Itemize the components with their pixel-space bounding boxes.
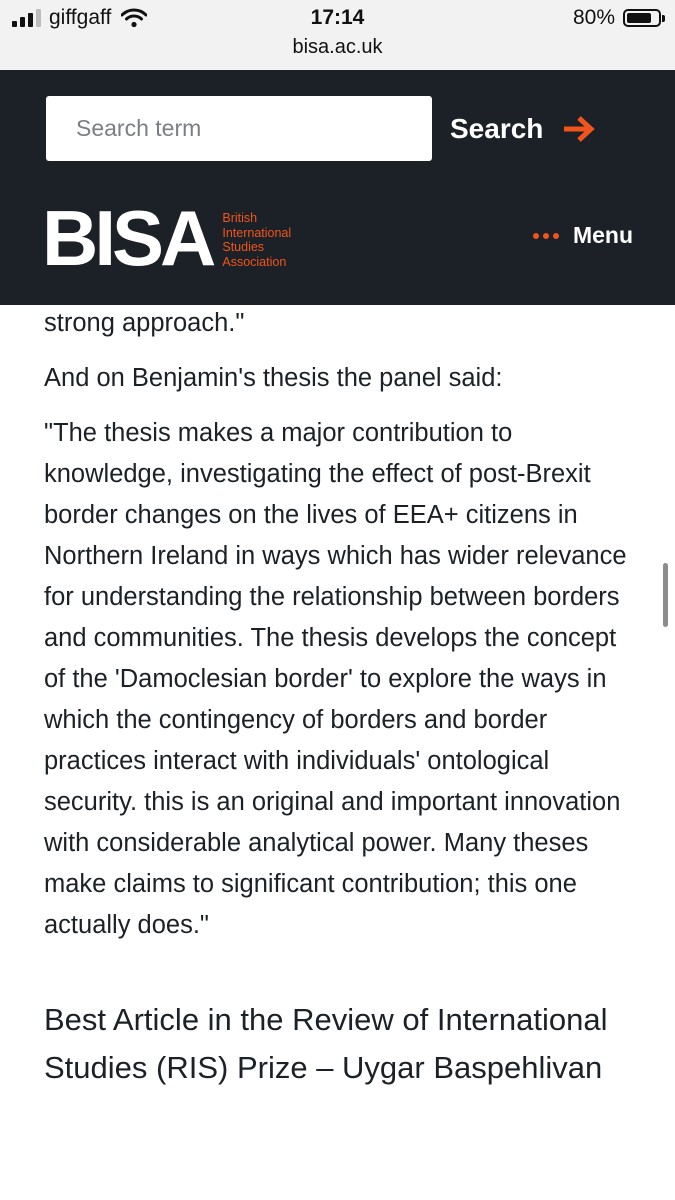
logo-subtitle-line: British (222, 211, 258, 225)
scrollbar-thumb[interactable] (663, 563, 668, 627)
logo-subtitle-line: International (222, 225, 292, 240)
search-button[interactable]: Search (450, 104, 596, 154)
logo-subtitle-line: Association (222, 254, 287, 269)
paragraph-continued: strong approach." (44, 309, 245, 337)
arrow-right-icon (564, 116, 596, 142)
paragraph-intro: And on Benjamin's thesis the panel said: (44, 364, 503, 392)
search-input[interactable] (46, 96, 432, 161)
article-body: strong approach." And on Benjamin's thes… (44, 305, 644, 1092)
battery-percentage: 80% (572, 6, 615, 29)
logo-subtitle-line: Studies (222, 240, 265, 254)
panel-quote: "The thesis makes a major contribution t… (44, 419, 627, 939)
logo-subtitle: British International Studies Associatio… (222, 211, 291, 269)
battery-info: 80% (572, 6, 665, 30)
bisa-logo[interactable]: BISA British International Studies Assoc… (42, 194, 291, 282)
logo-wordmark: BISA (42, 194, 216, 282)
status-bar: giffgaff 17:14 bisa.ac.uk 80% (0, 0, 675, 70)
search-button-label: Search (450, 113, 544, 144)
menu-button[interactable]: Menu (532, 222, 633, 249)
more-dots-icon (532, 232, 559, 239)
menu-label: Menu (572, 222, 633, 248)
address-bar-url[interactable]: bisa.ac.uk (0, 36, 675, 59)
section-heading: Best Article in the Review of Internatio… (44, 1002, 608, 1085)
site-header: Search BISA British International Studie… (0, 70, 675, 305)
battery-icon (623, 9, 665, 27)
